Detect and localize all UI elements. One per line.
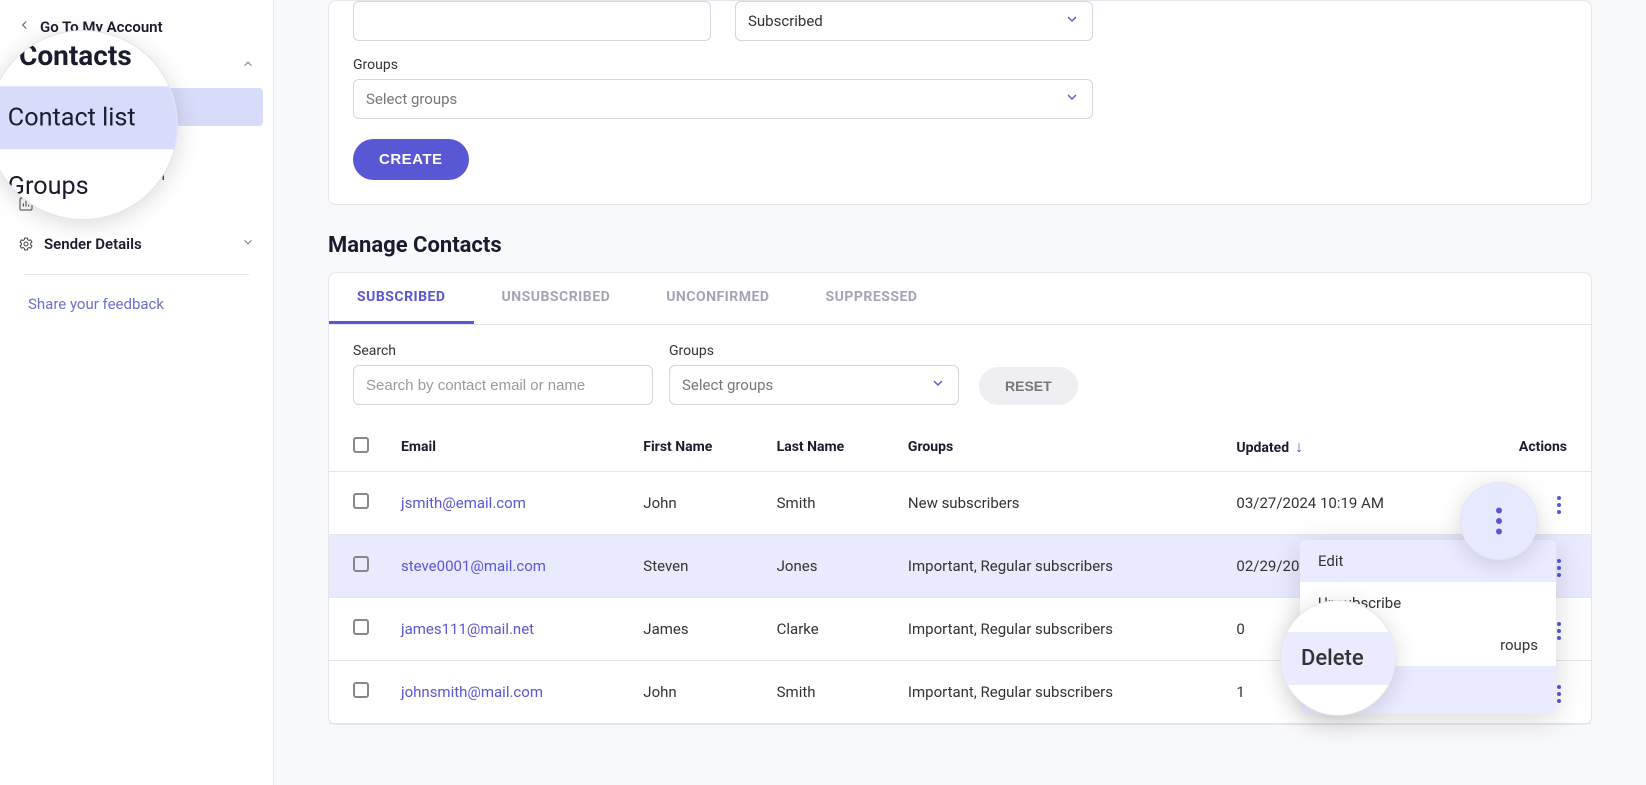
search-input[interactable] — [366, 377, 640, 394]
manage-contacts-title: Manage Contacts — [328, 233, 1592, 258]
cell-groups: Important, Regular subscribers — [896, 535, 1225, 598]
tab-suppressed[interactable]: SUPPRESSED — [797, 273, 945, 324]
chevron-down-icon — [1064, 89, 1080, 109]
cell-last-name: Clarke — [765, 598, 896, 661]
groups-select[interactable]: Select groups — [353, 79, 1093, 119]
search-input-wrapper — [353, 365, 653, 405]
chevron-down-icon — [930, 375, 946, 395]
share-feedback-link[interactable]: Share your feedback — [0, 285, 273, 323]
zoom-kebab-callout — [1460, 482, 1538, 560]
filter-groups-select[interactable]: Select groups — [669, 365, 959, 405]
cell-first-name: James — [631, 598, 764, 661]
sort-desc-icon: ↓ — [1295, 437, 1303, 456]
zoom-contacts-label: Contacts — [19, 39, 132, 73]
row-checkbox[interactable] — [353, 556, 369, 572]
col-actions: Actions — [1470, 423, 1591, 472]
create-input[interactable] — [353, 1, 711, 41]
row-checkbox[interactable] — [353, 682, 369, 698]
chevron-down-icon — [241, 235, 255, 253]
zoom-delete-label: Delete — [1281, 632, 1395, 685]
cell-first-name: John — [631, 472, 764, 535]
status-tabs: SUBSCRIBED UNSUBSCRIBED UNCONFIRMED SUPP… — [329, 273, 1591, 325]
contact-email-link[interactable]: steve0001@mail.com — [401, 557, 546, 575]
row-actions-menu[interactable] — [1551, 490, 1567, 520]
reset-button[interactable]: RESET — [979, 367, 1078, 405]
groups-label: Groups — [353, 57, 1123, 73]
tab-unsubscribed[interactable]: UNSUBSCRIBED — [474, 273, 639, 324]
cell-updated: 03/27/2024 10:19 AM — [1224, 472, 1470, 535]
col-updated[interactable]: Updated↓ — [1224, 423, 1470, 472]
contact-email-link[interactable]: johnsmith@mail.com — [401, 683, 543, 701]
col-email[interactable]: Email — [389, 423, 631, 472]
row-checkbox[interactable] — [353, 619, 369, 635]
create-button[interactable]: CREATE — [353, 139, 469, 180]
cell-last-name: Smith — [765, 661, 896, 724]
contact-email-link[interactable]: james111@mail.net — [401, 620, 534, 638]
zoom-contact-list: Contact list — [0, 86, 178, 149]
sidebar-divider — [24, 274, 249, 275]
row-checkbox[interactable] — [353, 493, 369, 509]
create-contact-card: Subscribed Groups Select groups CREATE — [328, 0, 1592, 205]
col-last-name[interactable]: Last Name — [765, 423, 896, 472]
cell-first-name: Steven — [631, 535, 764, 598]
chevron-up-icon — [241, 57, 255, 75]
search-label: Search — [353, 343, 653, 359]
cell-first-name: John — [631, 661, 764, 724]
nav-sender-details-label: Sender Details — [44, 235, 142, 253]
users-icon — [0, 39, 8, 73]
gear-icon — [18, 236, 34, 252]
filter-groups-placeholder: Select groups — [682, 376, 773, 394]
select-all-checkbox[interactable] — [353, 437, 369, 453]
tab-subscribed[interactable]: SUBSCRIBED — [329, 273, 474, 324]
status-select-value: Subscribed — [748, 12, 823, 30]
tab-unconfirmed[interactable]: UNCONFIRMED — [638, 273, 797, 324]
cell-groups: New subscribers — [896, 472, 1225, 535]
cell-last-name: Jones — [765, 535, 896, 598]
kebab-icon — [1487, 499, 1511, 544]
status-select[interactable]: Subscribed — [735, 1, 1093, 41]
col-groups[interactable]: Groups — [896, 423, 1225, 472]
groups-select-placeholder: Select groups — [366, 90, 457, 108]
cell-groups: Important, Regular subscribers — [896, 598, 1225, 661]
zoom-delete-callout: Delete — [1280, 600, 1396, 716]
cell-groups: Important, Regular subscribers — [896, 661, 1225, 724]
table-row: jsmith@email.com John Smith New subscrib… — [329, 472, 1591, 535]
col-first-name[interactable]: First Name — [631, 423, 764, 472]
cell-last-name: Smith — [765, 472, 896, 535]
filter-groups-label: Groups — [669, 343, 959, 359]
zoom-sidebar-callout: Contacts Contact list Groups — [0, 30, 178, 220]
chevron-down-icon — [1064, 11, 1080, 31]
contact-email-link[interactable]: jsmith@email.com — [401, 494, 526, 512]
nav-sender-details[interactable]: Sender Details — [0, 224, 273, 264]
zoom-groups: Groups — [0, 155, 178, 218]
